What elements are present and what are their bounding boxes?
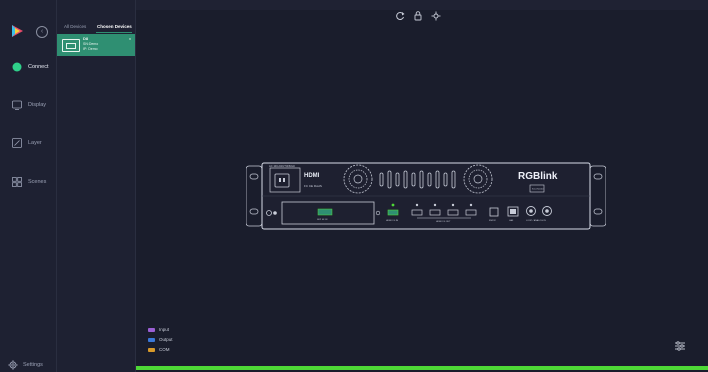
sidebar-item-scenes[interactable]: Scenes: [0, 164, 56, 200]
legend-label: Output: [159, 337, 173, 342]
app-logo-icon: [12, 25, 23, 37]
crosshair-icon[interactable]: [431, 10, 441, 22]
monitor-icon: [12, 100, 22, 110]
sidebar-item-label: Connect: [28, 64, 49, 70]
device-sn: SN:Demo: [83, 42, 99, 46]
serial-badge: Serial Number: [532, 189, 544, 191]
sidebar-item-label: Display: [28, 102, 47, 108]
active-tab-indicator: [96, 32, 132, 33]
sidebar: ‹ Connect Display Layer Scenes Settings: [0, 0, 57, 372]
port-label-hdmi-in: HDMI 2.0 IN: [386, 220, 398, 222]
sidebar-item-connect[interactable]: Connect: [0, 49, 56, 85]
legend-com: COM: [148, 347, 170, 352]
sidebar-item-label: Layer: [28, 140, 42, 146]
brand-logo: RGBlink: [518, 171, 558, 182]
device-ip: IP: Demo: [83, 47, 98, 51]
edit-icon: [12, 138, 22, 148]
device-thumbnail-icon: [62, 39, 80, 52]
lock-icon[interactable]: [413, 10, 423, 22]
sliders-icon[interactable]: [674, 340, 686, 352]
hdmi-in-port[interactable]: [387, 209, 399, 216]
tab-all-devices[interactable]: All Devices: [64, 24, 86, 29]
tab-chosen-devices[interactable]: Chosen Devices: [97, 24, 132, 29]
port-label-lan: LAN: [509, 219, 514, 222]
legend-label: Input: [159, 327, 170, 332]
device-info: D8 SN:Demo IP: Demo: [83, 36, 98, 52]
port-label-hdmi-out: HDMI 2.0 OUT: [436, 221, 451, 223]
legend-swatch-com: [148, 347, 155, 352]
legend-swatch-output: [148, 337, 155, 342]
sidebar-item-layer[interactable]: Layer: [0, 125, 56, 161]
power-label: AC 100-240V 50/60Hz: [269, 164, 296, 168]
status-bar: [136, 366, 708, 370]
device-name: D8: [83, 36, 89, 41]
legend-input: Input: [148, 327, 169, 332]
legend-swatch-input: [148, 327, 155, 332]
slot-label: SFP 4K IN: [317, 219, 328, 221]
legend-output: Output: [148, 337, 173, 342]
settings-label: Settings: [23, 362, 43, 368]
gear-icon: [8, 360, 18, 370]
device-remove-icon[interactable]: x: [129, 36, 131, 41]
settings-button[interactable]: Settings: [8, 360, 43, 370]
hdmi-logo: HDMI: [304, 173, 320, 179]
legend-label: COM: [159, 347, 170, 352]
port-label-rs232: RS232: [489, 220, 496, 222]
refresh-icon[interactable]: [395, 10, 405, 22]
sidebar-item-label: Scenes: [28, 179, 47, 185]
device-front-panel[interactable]: AC 100-240V 50/60Hz HDMI FC CE RoHS RGBl…: [246, 162, 606, 230]
port-label-loop: LOOP / ANALOG IN: [526, 219, 546, 222]
top-toolbar: [136, 0, 708, 10]
sidebar-item-display[interactable]: Display: [0, 87, 56, 123]
chevron-left-icon[interactable]: ‹: [36, 26, 48, 38]
grid-icon: [12, 177, 22, 187]
ce-label: FC CE RoHS: [304, 184, 322, 188]
device-card[interactable]: D8 SN:Demo IP: Demo x: [57, 34, 135, 56]
status-dot-icon: [12, 62, 22, 72]
